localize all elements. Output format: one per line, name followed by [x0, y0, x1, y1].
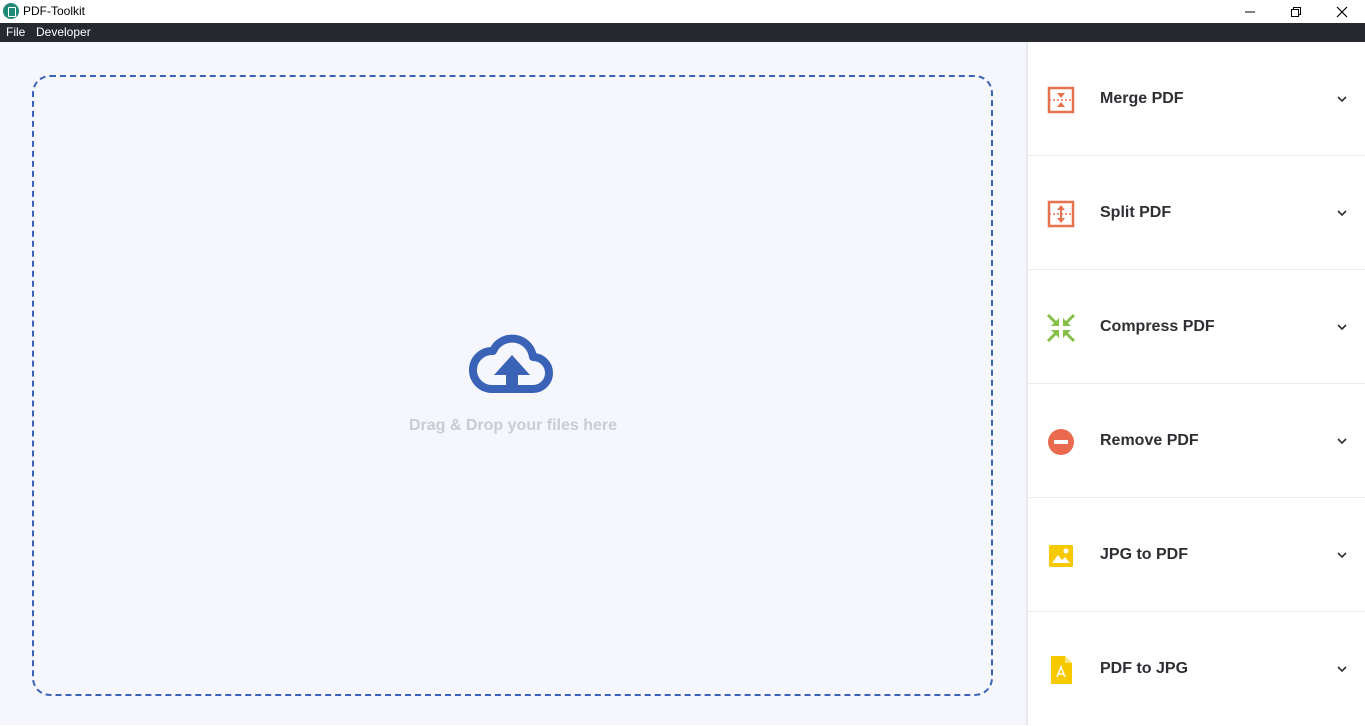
tool-label: Split PDF — [1100, 204, 1172, 221]
chevron-down-icon[interactable] — [1336, 94, 1348, 104]
restore-button[interactable] — [1273, 0, 1319, 23]
close-icon — [1336, 6, 1348, 17]
pdf-file-icon — [1051, 656, 1072, 684]
tool-merge-pdf[interactable]: Merge PDF — [1028, 42, 1365, 156]
chevron-down-icon[interactable] — [1336, 208, 1348, 218]
remove-icon — [1048, 429, 1074, 455]
main-panel: Drag & Drop your files here — [0, 42, 1026, 725]
tool-compress-pdf[interactable]: Compress PDF — [1028, 270, 1365, 384]
cloud-upload-icon — [469, 334, 553, 393]
tool-split-pdf[interactable]: Split PDF — [1028, 156, 1365, 270]
minimize-icon — [1245, 11, 1255, 12]
tools-sidebar: Merge PDF Split PDF Compress PDF Remove … — [1026, 42, 1365, 725]
tool-label: Remove PDF — [1100, 432, 1199, 449]
title-bar: PDF-Toolkit — [0, 0, 1365, 23]
tool-label: PDF to JPG — [1100, 660, 1189, 677]
restore-icon — [1291, 6, 1301, 17]
chevron-down-icon[interactable] — [1336, 436, 1348, 446]
minimize-button[interactable] — [1227, 0, 1273, 23]
close-button[interactable] — [1319, 0, 1365, 23]
chevron-down-icon[interactable] — [1336, 322, 1348, 332]
tool-label: Compress PDF — [1100, 318, 1215, 335]
tool-label: JPG to PDF — [1100, 546, 1189, 563]
tool-pdf-to-jpg[interactable]: PDF to JPG — [1028, 612, 1365, 726]
menu-developer[interactable]: Developer — [36, 25, 91, 39]
tool-label: Merge PDF — [1100, 90, 1184, 107]
merge-icon — [1047, 86, 1075, 114]
split-icon — [1047, 200, 1075, 228]
chevron-down-icon[interactable] — [1336, 664, 1348, 674]
window-title: PDF-Toolkit — [23, 4, 86, 18]
compress-icon — [1046, 313, 1076, 343]
chevron-down-icon[interactable] — [1336, 550, 1348, 560]
app-icon — [3, 3, 19, 19]
image-icon — [1049, 545, 1073, 567]
tool-remove-pdf[interactable]: Remove PDF — [1028, 384, 1365, 498]
drop-zone-label: Drag & Drop your files here — [408, 417, 618, 434]
menu-file[interactable]: File — [6, 25, 25, 39]
menu-bar: File Developer — [0, 23, 1365, 42]
tool-jpg-to-pdf[interactable]: JPG to PDF — [1028, 498, 1365, 612]
